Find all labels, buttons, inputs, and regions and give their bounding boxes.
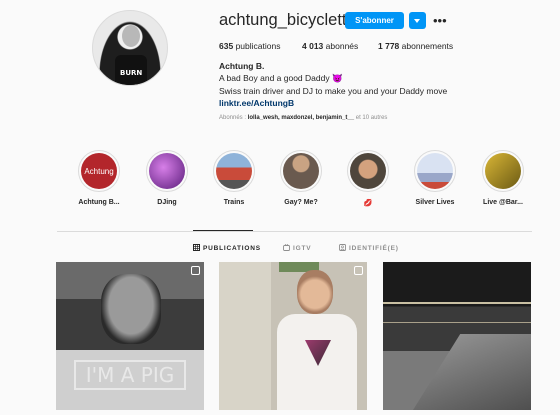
igtv-icon <box>283 243 290 251</box>
highlight-trains[interactable] <box>213 150 255 192</box>
highlight-label: Trains <box>223 199 245 206</box>
profile-full-name: Achtung B. <box>219 61 265 71</box>
post-thumbnail[interactable] <box>383 262 531 410</box>
followers-label: abonnés <box>325 41 359 51</box>
highlight-label: Achtung B... <box>78 199 120 206</box>
avatar-shirt-logo: BURN <box>120 69 143 77</box>
follow-button[interactable]: S'abonner <box>345 12 404 29</box>
posts-stat: 635 publications <box>219 41 280 51</box>
suggestions-dropdown-button[interactable] <box>409 12 426 29</box>
followed-by[interactable]: Abonnés : lolla_wesh, maxdonzel, benjami… <box>219 115 387 121</box>
posts-label: publications <box>235 41 281 51</box>
highlight-djing[interactable] <box>146 150 188 192</box>
tab-label: IGTV <box>293 245 312 252</box>
tab-publications[interactable]: PUBLICATIONS <box>193 244 261 252</box>
following-count: 1 778 <box>378 41 400 51</box>
highlight-label: Live @Bar... <box>483 199 523 206</box>
highlight-label: Silver Lives <box>415 199 455 206</box>
tab-label: IDENTIFIÉ(E) <box>349 245 399 252</box>
following-stat[interactable]: 1 778 abonnements <box>378 41 453 51</box>
post-thumbnail[interactable] <box>219 262 367 410</box>
post-light-line <box>383 322 531 323</box>
tab-tagged[interactable]: IDENTIFIÉ(E) <box>339 244 399 252</box>
bio-link[interactable]: linktr.ee/AchtungB <box>219 98 294 108</box>
highlight-label: 💋 <box>363 200 373 207</box>
grid-icon <box>193 244 200 251</box>
highlight-gay-me[interactable] <box>280 150 322 192</box>
carousel-icon <box>354 266 363 275</box>
tab-label: PUBLICATIONS <box>203 245 261 252</box>
post-face-shape <box>101 274 161 344</box>
tag-person-icon <box>339 244 346 251</box>
followers-stat[interactable]: 4 013 abonnés <box>302 41 358 51</box>
profile-avatar[interactable]: BURN <box>92 10 168 86</box>
post-overlay-text: I'M A PIG <box>74 360 186 390</box>
post-shirt-shape <box>277 314 357 410</box>
more-options-icon[interactable]: ••• <box>433 13 447 28</box>
highlight-silver-lives[interactable] <box>414 150 456 192</box>
post-light-line <box>383 302 531 304</box>
posts-count: 635 <box>219 41 234 51</box>
tab-igtv[interactable]: IGTV <box>283 243 312 252</box>
followers-count: 4 013 <box>302 41 324 51</box>
followed-by-suffix: et 10 autres <box>354 115 388 121</box>
highlight-kiss[interactable] <box>347 150 389 192</box>
highlight-cover-text: Achtung <box>84 166 114 176</box>
carousel-icon <box>191 266 200 275</box>
post-shirt-print <box>305 340 331 366</box>
highlight-label: Gay? Me? <box>284 199 318 206</box>
highlight-live-bar[interactable] <box>482 150 524 192</box>
post-platform-shape <box>413 334 531 410</box>
active-tab-indicator <box>193 230 253 231</box>
post-face-shape <box>297 270 333 314</box>
following-label: abonnements <box>401 41 454 51</box>
avatar-head-shape <box>122 25 140 47</box>
followed-by-names: lolla_wesh, maxdonzel, benjamin_t__ <box>247 115 355 121</box>
highlight-achtung[interactable]: Achtung <box>78 150 120 192</box>
profile-username: achtung_bicyclette <box>219 11 356 29</box>
post-thumbnail[interactable]: I'M A PIG <box>56 262 204 410</box>
followed-by-prefix: Abonnés : <box>219 115 248 121</box>
bio-line: A bad Boy and a good Daddy 😈 <box>219 73 343 83</box>
tabs-divider <box>57 231 532 232</box>
bio-line: Swiss train driver and DJ to make you an… <box>219 86 448 96</box>
highlight-label: DJing <box>157 199 177 206</box>
